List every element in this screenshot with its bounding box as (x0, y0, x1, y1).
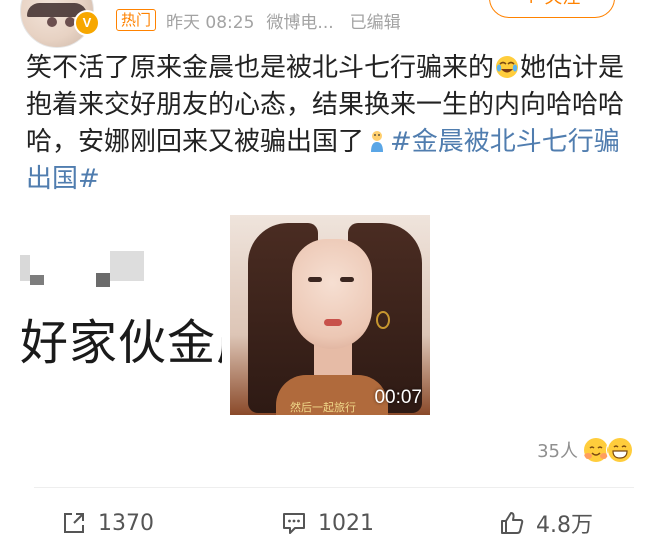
video-figure-eye (308, 277, 322, 282)
follow-button[interactable]: + 关注 (489, 0, 615, 18)
video-figure-eye (340, 277, 354, 282)
repost-button[interactable]: 1370 (60, 506, 154, 540)
image-blur-block (30, 275, 44, 285)
image-blur-block (20, 255, 30, 281)
video-figure-lips (324, 319, 342, 326)
video-thumbnail[interactable]: 然后一起旅行 00:07 (230, 215, 430, 415)
share-icon (64, 513, 84, 533)
image-blur-block (96, 273, 110, 287)
avatar-eye (47, 17, 57, 27)
video-figure-earring (376, 311, 390, 329)
post-time: 昨天 08:25 (166, 12, 255, 33)
post-meta: 热门 昨天 08:25 微博电... 已编辑 (116, 6, 401, 34)
post-text: 笑不活了原来金晨也是被北斗七行骗来的 她估计是抱着来交好朋友的心态，结果换来一生的… (26, 50, 636, 198)
repost-count: 1370 (98, 510, 154, 536)
laughing-crying-emoji-icon (496, 56, 519, 78)
thumbs-up-icon (501, 512, 524, 534)
comment-count: 1021 (318, 510, 374, 536)
divider (34, 487, 634, 488)
like-count: 4.8万 (536, 513, 593, 538)
post-text-part1: 笑不活了原来金晨也是被北斗七行骗来的 (26, 53, 495, 83)
edited-label[interactable]: 已编辑 (350, 8, 401, 33)
post-source[interactable]: 微博电... (266, 8, 333, 33)
comment-button[interactable]: 1021 (280, 506, 374, 540)
reactions-summary[interactable]: 35人 (537, 436, 634, 464)
person-emoji-icon (371, 131, 384, 152)
weibo-post-card: V 热门 昨天 08:25 微博电... 已编辑 + 关注 笑不活了原来金晨也是… (0, 0, 660, 550)
hot-tag[interactable]: 热门 (116, 9, 157, 31)
comment-icon (283, 513, 305, 534)
image-caption: 好家伙金晨 (20, 315, 222, 371)
like-button[interactable]: 4.8万 (498, 506, 593, 540)
verified-badge-icon: V (74, 10, 100, 36)
image-blur-block (110, 251, 144, 281)
reactions-count: 35人 (537, 441, 578, 462)
post-image[interactable]: 好家伙金晨 (0, 215, 222, 415)
video-duration: 00:07 (374, 387, 422, 408)
video-figure-face (292, 239, 372, 349)
video-subtitle: 然后一起旅行 (290, 401, 356, 414)
grin-emoji-icon (606, 436, 634, 464)
